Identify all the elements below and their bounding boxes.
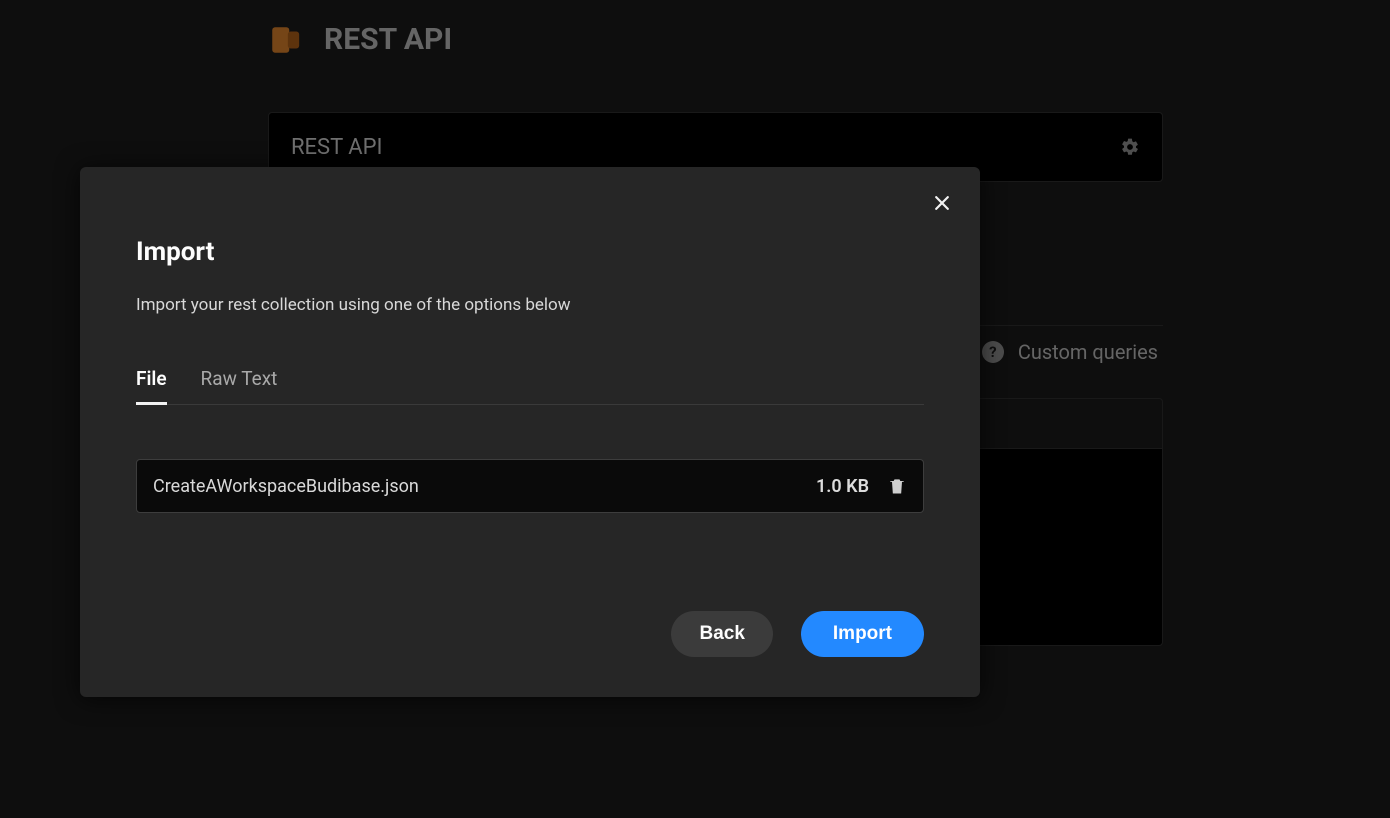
gear-icon[interactable] bbox=[1120, 137, 1140, 157]
back-button[interactable]: Back bbox=[671, 611, 772, 657]
uploaded-file-name: CreateAWorkspaceBudibase.json bbox=[153, 476, 798, 497]
tab-file[interactable]: File bbox=[136, 367, 167, 404]
modal-title: Import bbox=[136, 237, 924, 267]
modal-actions: Back Import bbox=[671, 611, 924, 657]
close-button[interactable] bbox=[928, 189, 956, 217]
custom-queries-row: ? Custom queries bbox=[982, 340, 1158, 364]
uploaded-file-row: CreateAWorkspaceBudibase.json 1.0 KB bbox=[136, 459, 924, 513]
uploaded-file-size: 1.0 KB bbox=[816, 476, 869, 497]
modal-subtitle: Import your rest collection using one of… bbox=[136, 295, 924, 315]
datasource-title: REST API bbox=[324, 22, 452, 57]
tab-raw-text[interactable]: Raw Text bbox=[201, 367, 278, 404]
datasource-name-value: REST API bbox=[291, 135, 383, 160]
datasource-header: REST API bbox=[268, 22, 452, 57]
import-button[interactable]: Import bbox=[801, 611, 924, 657]
delete-file-button[interactable] bbox=[887, 476, 907, 496]
custom-queries-label: Custom queries bbox=[1018, 340, 1158, 364]
import-tabs: File Raw Text bbox=[136, 367, 924, 405]
import-modal: Import Import your rest collection using… bbox=[80, 167, 980, 697]
plug-icon bbox=[268, 23, 302, 57]
help-icon[interactable]: ? bbox=[982, 341, 1004, 363]
